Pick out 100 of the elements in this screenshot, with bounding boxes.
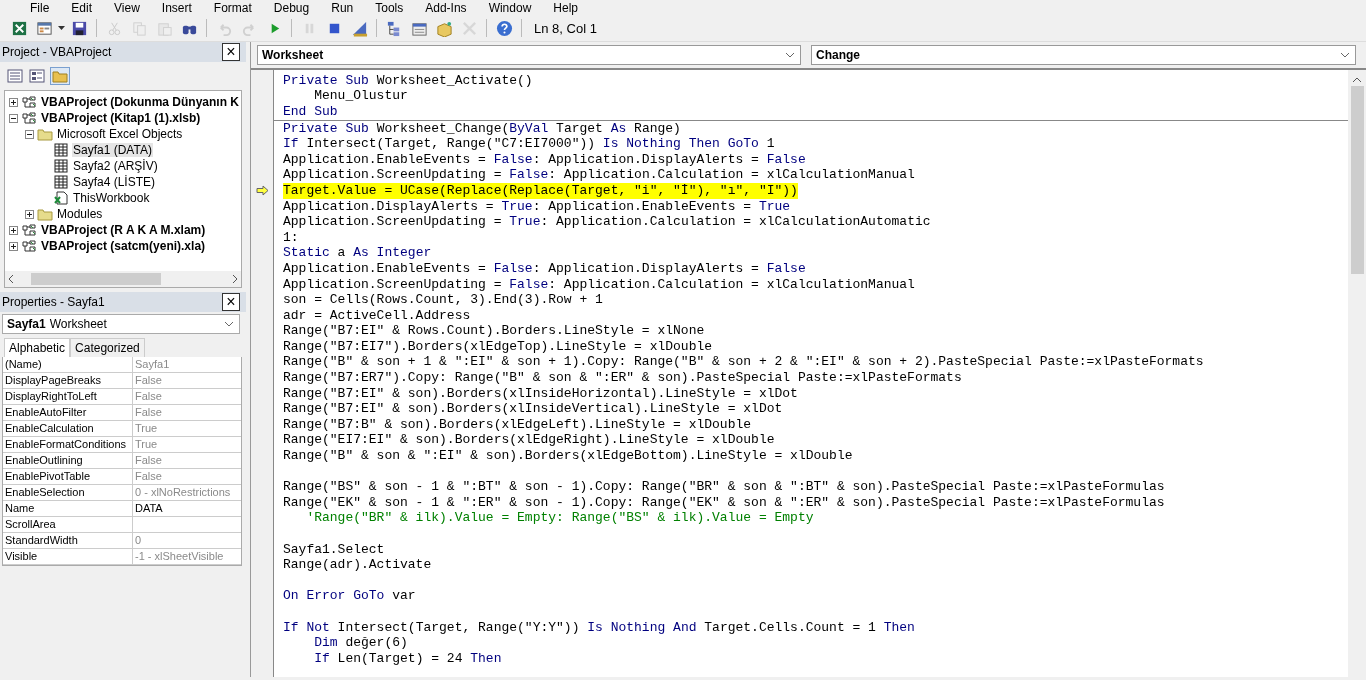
code-line: 'Range("BR" & ilk).Value = Empty: Range("BS" & ilk).Value = Empty	[305, 510, 814, 527]
menu-item[interactable]: Insert	[161, 0, 192, 15]
save-icon	[70, 19, 88, 37]
menu-item[interactable]: Add-Ins	[425, 0, 467, 15]
folder-icon	[37, 127, 53, 141]
menu-item[interactable]: File	[30, 0, 50, 15]
object-dropdown[interactable]: Sayfa1 Worksheet	[2, 314, 240, 334]
property-name: DisplayRightToLeft	[3, 389, 133, 405]
tab[interactable]: Categorized	[70, 338, 145, 357]
code-line: Private Sub Worksheet_Change(ByVal Target As Range)	[283, 120, 681, 137]
menu-item[interactable]: Help	[553, 0, 578, 15]
code-line: Application.DisplayAlerts = True: Application.EnableEvents = True	[283, 198, 791, 215]
tree-item[interactable]: Sayfa2 (ARŞİV)	[72, 159, 159, 173]
property-name: EnableSelection	[3, 485, 133, 501]
code-line: Range("B7:B" & son).Borders(xlEdgeLeft).LineStyle = xlDouble	[283, 416, 752, 433]
code-line: Application.ScreenUpdating = False: Application.Calculation = xlCalculationManual	[283, 167, 915, 184]
code-line: 1:	[283, 229, 299, 246]
code-line: End Sub	[283, 104, 338, 120]
code-line: Range("EK" & son - 1 & ":ER" & son - 1).Copy: Range("EK" & son & ":ER" & son).PasteSpecial Paste:=xlPasteFormulas	[283, 494, 1165, 511]
workbook-icon	[53, 191, 69, 205]
code-line: Range("EI7:EI" & son).Borders(xlEdgeRight).LineStyle = xlDouble	[283, 432, 775, 449]
expand-icon[interactable]	[25, 209, 34, 219]
close-button[interactable]: ×	[222, 293, 240, 311]
code-line: Application.ScreenUpdating = False: Application.Calculation = xlCalculationManual	[283, 276, 915, 293]
userform-icon	[35, 19, 53, 37]
property-name: EnableFormatConditions	[3, 437, 133, 453]
code-line: son = Cells(Rows.Count, 3).End(3).Row + 1	[283, 292, 603, 309]
project-icon	[21, 223, 37, 237]
property-name: EnableAutoFilter	[3, 405, 133, 421]
tree-item[interactable]: VBAProject (Kitap1 (1).xlsb)	[40, 111, 202, 125]
property-name: EnablePivotTable	[3, 469, 133, 485]
project-icon	[21, 111, 37, 125]
tree-item[interactable]: ThisWorkbook	[72, 191, 151, 205]
expand-icon[interactable]	[9, 241, 18, 251]
cursor-position: Ln 8, Col 1	[534, 20, 597, 36]
property-name: (Name)	[3, 357, 133, 373]
property-name: ScrollArea	[3, 517, 133, 533]
procedure-dropdown[interactable]: Change	[811, 45, 1356, 65]
code-line: Static a As Integer	[283, 245, 432, 262]
view-object-icon[interactable]	[28, 68, 46, 84]
scroll-up-icon[interactable]	[1352, 76, 1362, 84]
menu-item[interactable]: Format	[213, 0, 252, 15]
ruler-triangle-icon	[350, 19, 368, 37]
menu-item[interactable]: Run	[331, 0, 354, 15]
folder-icon	[37, 207, 53, 221]
menu-item[interactable]: Edit	[71, 0, 93, 15]
code-line: Range("B7:EI" & Rows.Count).Borders.LineStyle = xlNone	[283, 323, 705, 340]
code-line: Range("B7:EI7").Borders(xlEdgeTop).LineStyle = xlDouble	[283, 338, 713, 355]
property-name: StandardWidth	[3, 533, 133, 549]
pane-title: Project - VBAProject	[2, 45, 112, 59]
property-value[interactable]: DATA	[133, 501, 241, 517]
caret-icon[interactable]	[58, 25, 65, 31]
code-line: Range("B7:ER7").Copy: Range("B" & son & ":ER" & son).PasteSpecial Paste:=xlPasteFormats	[283, 370, 962, 387]
code-line: If Len(Target) = 24 Then	[313, 650, 502, 667]
object-dropdown[interactable]: Worksheet	[257, 45, 801, 65]
code-line: If Not Intersect(Target, Range("Y:Y")) Is Nothing And Target.Cells.Count = 1 Then	[283, 619, 915, 636]
box-icon	[435, 19, 453, 37]
tree-item[interactable]: VBAProject (Dokunma Dünyanın K	[40, 95, 241, 109]
code-line: Range("BS" & son - 1 & ":BT" & son - 1).Copy: Range("BR" & son & ":BT" & son).PasteSpecial Paste:=xlPasteFormulas	[283, 479, 1165, 496]
menu-item[interactable]: Window	[488, 0, 532, 15]
code-line: Range("B" & son + 1 & ":EI" & son + 1).Copy: Range("B" & son + 2 & ":EI" & son + 2).PasteSpecial Paste:=xlPasteFormats	[283, 354, 1204, 371]
copy-icon	[130, 19, 148, 37]
scrollbar-thumb[interactable]	[31, 273, 161, 285]
expand-icon[interactable]	[9, 97, 18, 107]
menu-item[interactable]: View	[114, 0, 140, 15]
sheet-icon	[53, 143, 69, 157]
tree-item[interactable]: VBAProject (satcm(yeni).xla)	[40, 239, 207, 253]
project-icon	[21, 239, 37, 253]
tree-item[interactable]: Sayfa1 (DATA)	[72, 143, 153, 157]
code-line: Range("B7:EI" & son).Borders(xlInsideVertical).LineStyle = xlDot	[283, 401, 783, 418]
code-line: adr = ActiveCell.Address	[283, 307, 471, 324]
code-line: Application.ScreenUpdating = True: Application.Calculation = xlCalculationAutomatic	[283, 214, 931, 231]
property-name: EnableOutlining	[3, 453, 133, 469]
project-icon	[21, 95, 37, 109]
collapse-icon[interactable]	[9, 113, 18, 123]
tree-item[interactable]: VBAProject (R A K A M.xlam)	[40, 223, 207, 237]
property-name: Visible	[3, 549, 133, 565]
tab[interactable]: Alphabetic	[4, 338, 71, 357]
help-icon	[495, 19, 513, 37]
chevron-down-icon	[223, 320, 235, 328]
property-name: Name	[3, 501, 133, 517]
tree-item[interactable]: Sayfa4 (LİSTE)	[72, 175, 157, 189]
code-line: Private Sub Worksheet_Activate()	[283, 72, 533, 89]
menu-item[interactable]: Tools	[375, 0, 404, 15]
scrollbar-thumb[interactable]	[1350, 86, 1364, 274]
property-name: EnableCalculation	[3, 421, 133, 437]
chevron-down-icon	[784, 51, 796, 59]
collapse-icon[interactable]	[25, 129, 34, 139]
tree-item[interactable]: Microsoft Excel Objects	[56, 127, 184, 141]
code-line: Range(adr).Activate	[283, 557, 432, 574]
expand-icon[interactable]	[9, 225, 18, 235]
code-line: Dim değer(6)	[313, 635, 408, 652]
close-button[interactable]: ×	[222, 43, 240, 61]
code-line: Application.EnableEvents = False: Application.DisplayAlerts = False	[283, 260, 806, 277]
code-line: On Error GoTo var	[283, 588, 416, 605]
tree-item[interactable]: Modules	[56, 207, 104, 221]
code-line: Sayfa1.Select	[283, 541, 385, 558]
menu-item[interactable]: Debug	[273, 0, 310, 15]
code-line: Range("B7:EI" & son).Borders(xlInsideHorizontal).LineStyle = xlDot	[283, 385, 798, 402]
code-line: Application.EnableEvents = False: Application.DisplayAlerts = False	[283, 151, 806, 168]
